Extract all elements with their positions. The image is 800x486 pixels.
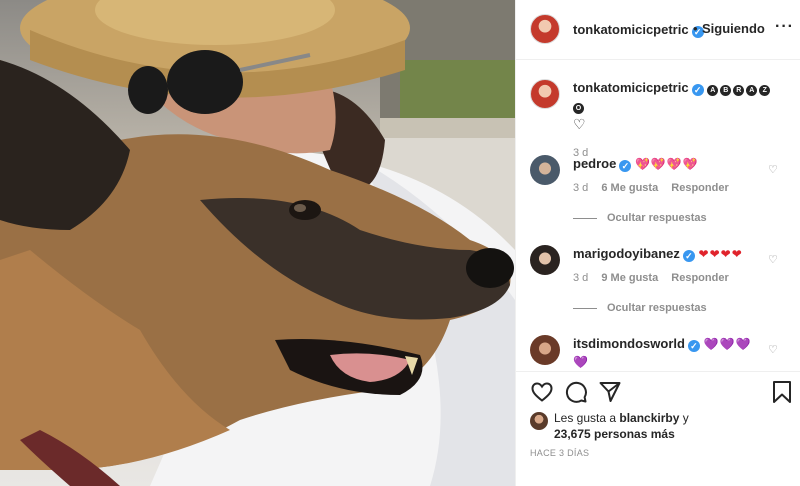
- verified-badge-icon: ✓: [619, 160, 632, 172]
- post-actions: Les gusta a blanckirby y 23,675 personas…: [516, 371, 800, 486]
- author-avatar[interactable]: [530, 14, 560, 44]
- comment-username[interactable]: pedroe: [573, 156, 616, 171]
- commenter-avatar[interactable]: [530, 155, 560, 185]
- comment-like-heart-icon[interactable]: ♡: [768, 253, 778, 266]
- caption-letter: R: [733, 85, 745, 96]
- caption-heart-emoji: ♡: [573, 116, 586, 132]
- comment-username[interactable]: itsdimondosworld: [573, 336, 685, 351]
- post-photo[interactable]: [0, 0, 515, 486]
- post-header: tonkatomicicpetric ✓ • Siguiendo ···: [516, 0, 800, 60]
- bookmark-icon[interactable]: [771, 380, 793, 404]
- comment-like-heart-icon[interactable]: ♡: [768, 343, 778, 356]
- comment-meta: 3 d 6 Me gusta Responder: [573, 179, 773, 197]
- comment-body: itsdimondosworld ✓ 💜💜💜 💜: [573, 335, 773, 370]
- comment-like-heart-icon[interactable]: ♡: [768, 163, 778, 176]
- comments-list[interactable]: tonkatomicicpetric ✓ A B R A ZO ♡ 3 d pedroe ✓…: [516, 61, 800, 370]
- hide-replies-line: [573, 217, 597, 219]
- caption-letter: A: [707, 85, 719, 96]
- comment-body: pedroe ✓ 💖💖💖💖 3 d 6 Me gusta Responder: [573, 155, 773, 197]
- comment-likes[interactable]: 9 Me gusta: [601, 272, 658, 284]
- caption-username[interactable]: tonkatomicicpetric: [573, 80, 689, 95]
- liker-username[interactable]: blanckirby: [619, 411, 679, 425]
- hide-replies-button[interactable]: Ocultar respuestas: [573, 212, 707, 224]
- comment-text: 💖💖💖💖: [634, 157, 699, 171]
- comment-age[interactable]: 3 d: [573, 182, 588, 194]
- commenter-avatar[interactable]: [530, 335, 560, 365]
- author-username-row[interactable]: tonkatomicicpetric ✓: [573, 21, 704, 38]
- hide-replies-label[interactable]: Ocultar respuestas: [607, 302, 707, 314]
- likes-count[interactable]: 23,675 personas más: [554, 426, 794, 442]
- comment-age[interactable]: 3 d: [573, 272, 588, 284]
- hide-replies-line: [573, 307, 597, 309]
- hide-replies-label[interactable]: Ocultar respuestas: [607, 212, 707, 224]
- comment-text: 💜💜💜: [703, 337, 752, 351]
- reply-button[interactable]: Responder: [671, 182, 728, 194]
- post-sidebar: tonkatomicicpetric ✓ • Siguiendo ··· tonk…: [515, 0, 800, 486]
- heart-icon[interactable]: [530, 380, 554, 404]
- share-icon[interactable]: [598, 380, 622, 404]
- verified-badge-icon: ✓: [682, 250, 695, 262]
- caption-body: tonkatomicicpetric ✓ A B R A ZO ♡ 3 d: [573, 79, 773, 162]
- more-options-icon[interactable]: ···: [775, 18, 794, 36]
- comment-meta: 3 d 9 Me gusta Responder: [573, 269, 773, 287]
- caption-letter: O: [573, 103, 584, 114]
- comment-text-line2: 💜: [573, 355, 589, 369]
- post-timestamp[interactable]: HACE 3 DÍAS: [530, 448, 589, 458]
- comment-likes[interactable]: 6 Me gusta: [601, 182, 658, 194]
- following-button[interactable]: Siguiendo: [702, 21, 765, 36]
- reply-button[interactable]: Responder: [671, 272, 728, 284]
- author-username[interactable]: tonkatomicicpetric: [573, 22, 689, 37]
- comment-text: ❤❤❤❤: [698, 247, 743, 261]
- likes-text: Les gusta a blanckirby y: [554, 410, 794, 426]
- likes-prefix: Les gusta a: [554, 411, 617, 425]
- comment-body: marigodoyibanez ✓ ❤❤❤❤ 3 d 9 Me gusta Res…: [573, 245, 773, 287]
- comment-username[interactable]: marigodoyibanez: [573, 246, 680, 261]
- caption-letter: Z: [759, 85, 771, 96]
- caption-letter: A: [746, 85, 758, 96]
- caption-letter: B: [720, 85, 732, 96]
- dog-photo-illustration: [0, 0, 515, 486]
- liker-avatar[interactable]: [530, 412, 548, 430]
- comment-icon[interactable]: [564, 380, 588, 404]
- likes-suffix: y: [682, 411, 689, 425]
- verified-badge-icon: ✓: [687, 340, 700, 352]
- verified-badge-icon: ✓: [691, 84, 704, 96]
- commenter-avatar[interactable]: [530, 245, 560, 275]
- follow-separator: •: [693, 21, 698, 36]
- caption-author-avatar[interactable]: [530, 79, 560, 109]
- hide-replies-button[interactable]: Ocultar respuestas: [573, 302, 707, 314]
